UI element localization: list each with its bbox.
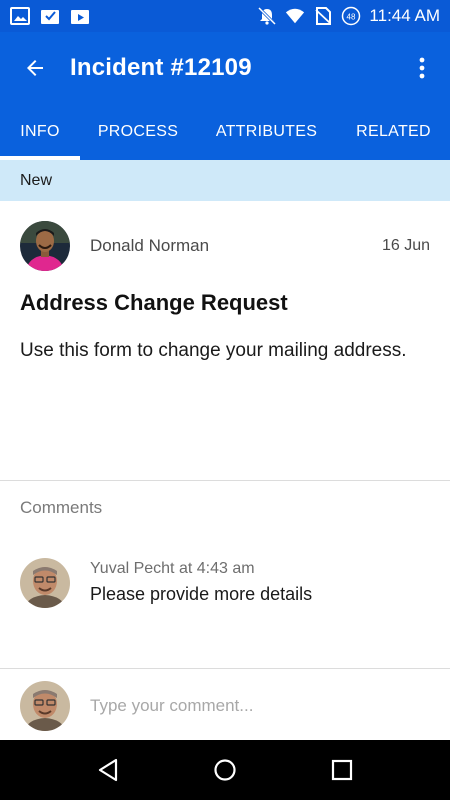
wifi-icon: [286, 8, 305, 24]
tab-info[interactable]: INFO: [0, 104, 80, 160]
comment-item: Yuval Pecht at 4:43 am Please provide mo…: [20, 558, 430, 608]
app-bar: Incident #12109: [0, 32, 450, 104]
comment-input[interactable]: [90, 696, 410, 716]
nav-recents-icon: [331, 759, 352, 781]
tab-attributes[interactable]: ATTRIBUTES: [196, 104, 337, 160]
nav-back-button[interactable]: [88, 750, 128, 790]
comment-composer: [20, 680, 430, 732]
nav-home-button[interactable]: [205, 750, 245, 790]
page-title: Incident #12109: [70, 54, 252, 81]
divider: [0, 480, 450, 481]
arrow-back-icon: [27, 60, 43, 76]
battery-icon: 48: [342, 6, 361, 26]
status-notifications: [10, 7, 90, 25]
download-notification-icon: [41, 10, 59, 24]
no-sim-icon: [315, 7, 332, 25]
comment-body: Yuval Pecht at 4:43 am Please provide mo…: [90, 560, 312, 608]
incident-title: Address Change Request: [20, 290, 288, 315]
nav-home-icon: [214, 759, 236, 781]
divider: [0, 668, 450, 669]
comments-heading: Comments: [20, 498, 103, 517]
battery-level: 48: [347, 13, 356, 22]
incident-date: 16 Jun: [381, 237, 430, 254]
current-user-avatar: [20, 681, 70, 731]
incident-author-row: Donald Norman 16 Jun: [0, 220, 450, 272]
system-nav-bar: [0, 740, 450, 800]
status-bar: 48 11:44 AM: [0, 0, 450, 32]
incident-description: Use this form to change your mailing add…: [20, 340, 407, 361]
status-system-icons: 48 11:44 AM: [257, 6, 440, 26]
more-options-button[interactable]: [394, 32, 450, 104]
author-name: Donald Norman: [90, 236, 210, 255]
nav-back-icon: [99, 758, 118, 782]
tab-process[interactable]: PROCESS: [80, 104, 196, 160]
state-badge: New: [0, 160, 450, 201]
tab-bar: INFO PROCESS ATTRIBUTES RELATED: [0, 104, 450, 160]
more-vert-icon: [419, 57, 425, 79]
status-time: 11:44 AM: [369, 6, 440, 25]
commenter-avatar: [20, 558, 70, 608]
author-avatar: [20, 221, 70, 271]
notifications-off-icon: [258, 7, 277, 25]
tab-related[interactable]: RELATED: [337, 104, 450, 160]
back-button[interactable]: [0, 32, 70, 104]
image-notification-icon: [10, 7, 30, 25]
nav-recents-button[interactable]: [322, 750, 362, 790]
upload-notification-icon: [71, 10, 89, 24]
comment-text: Please provide more details: [90, 584, 313, 604]
comment-meta: Yuval Pecht at 4:43 am: [90, 560, 255, 577]
